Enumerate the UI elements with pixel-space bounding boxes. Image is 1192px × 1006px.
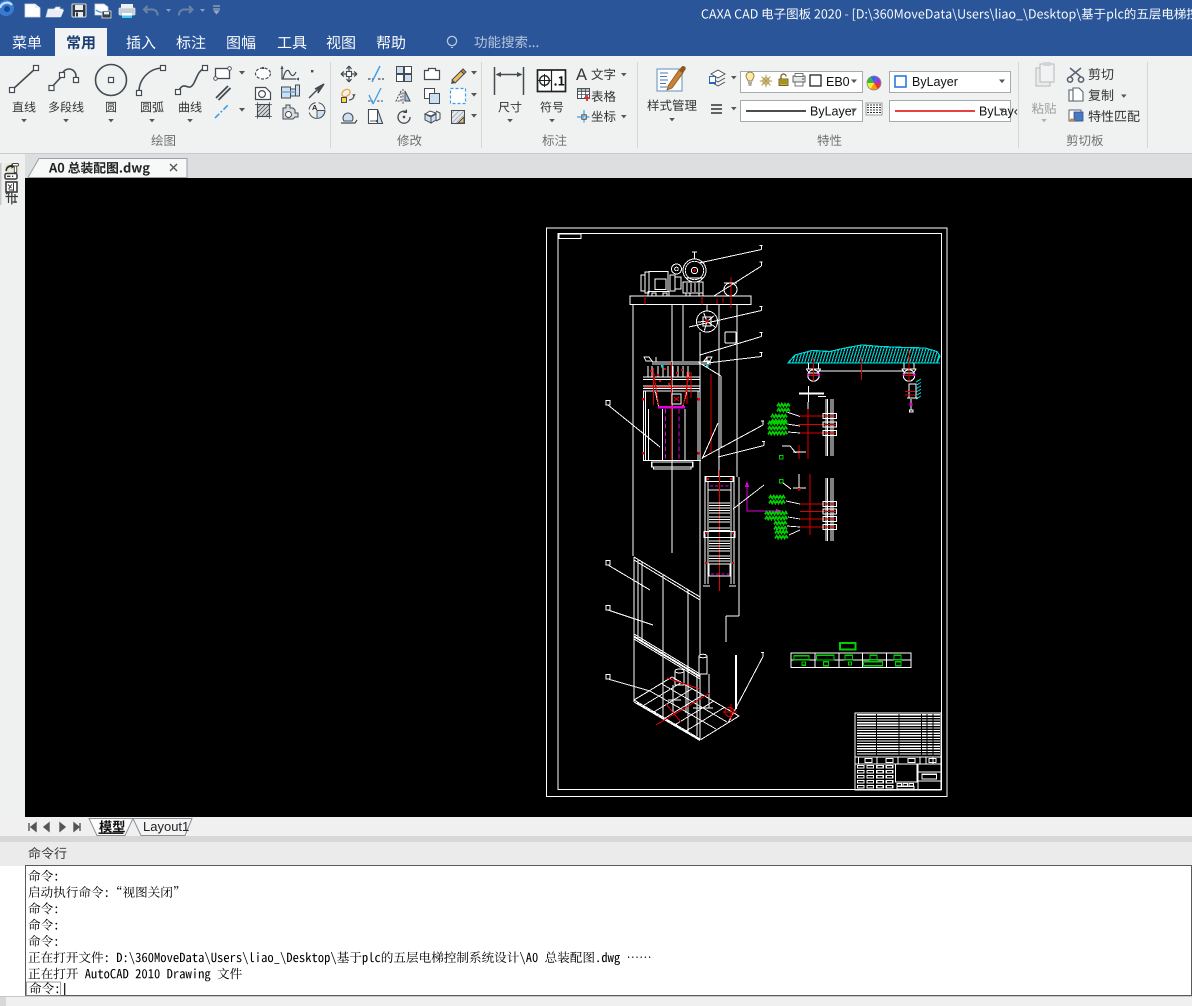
svg-text:ByLay‹: ByLay‹ bbox=[979, 105, 1018, 119]
svg-text:EB0: EB0 bbox=[826, 75, 850, 89]
svg-text:ByLayer: ByLayer bbox=[912, 75, 958, 89]
svg-text:A: A bbox=[312, 103, 318, 112]
svg-text:Layout1: Layout1 bbox=[143, 819, 189, 834]
svg-text:ByLayer: ByLayer bbox=[810, 105, 856, 119]
svg-text:A: A bbox=[576, 66, 587, 84]
